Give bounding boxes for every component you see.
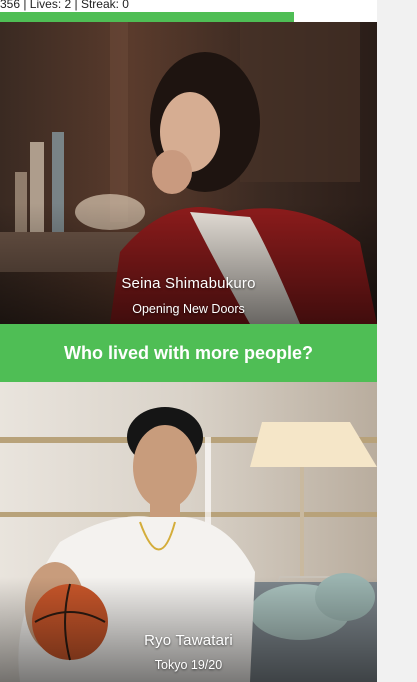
question-text: Who lived with more people?: [63, 342, 313, 363]
stats-text: 356 | Lives: 2 | Streak: 0: [0, 0, 129, 11]
progress-bar: [0, 12, 377, 22]
option-card-bottom[interactable]: Ryo Tawatari Tokyo 19/20: [0, 382, 377, 682]
progress-fill: [0, 12, 294, 22]
status-bar: 356 | Lives: 2 | Streak: 0: [0, 0, 377, 12]
cast-name-top: Seina Shimabukuro: [121, 275, 256, 292]
game-screen: 356 | Lives: 2 | Streak: 0 Seina Shimabu…: [0, 0, 377, 682]
cast-name-bottom: Ryo Tawatari: [144, 632, 233, 649]
option-card-top[interactable]: Seina Shimabukuro Opening New Doors: [0, 22, 377, 324]
page-gutter: [377, 0, 417, 682]
cast-subtitle-bottom: Tokyo 19/20: [154, 658, 223, 672]
cast-subtitle-top: Opening New Doors: [132, 302, 245, 316]
question-banner: Who lived with more people?: [0, 324, 377, 382]
